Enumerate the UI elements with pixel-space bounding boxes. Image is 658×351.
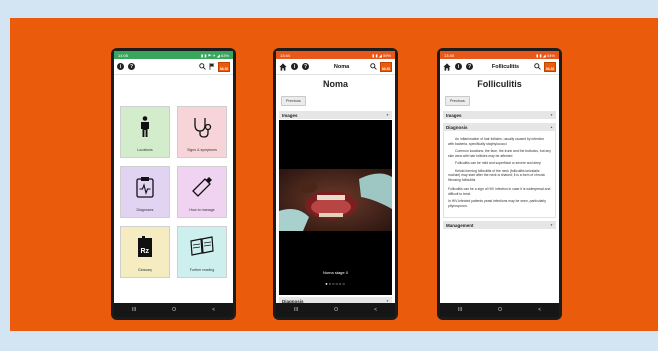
status-icons: ▮ ▮ ◢ 54% <box>536 52 555 58</box>
glossary-glyph: Rz <box>141 248 150 255</box>
noma-photo <box>279 169 392 231</box>
back-button[interactable]: < <box>538 307 541 313</box>
tile-glossary[interactable]: Rz Glossary <box>120 226 170 278</box>
recent-apps-button[interactable]: III <box>132 307 136 313</box>
previous-button[interactable]: Previous <box>281 96 306 106</box>
page-title: Noma <box>322 79 348 89</box>
status-time: 13:45 <box>444 52 455 58</box>
app-logo: NLSI <box>218 61 230 72</box>
diagnosis-paragraph: Folliculitis can be a sign of HIV infect… <box>448 187 551 196</box>
clipboard-icon <box>136 177 154 198</box>
status-bar: 14:05 ▮ ▮ ⚑ ✈ ◢ 63% <box>114 51 233 59</box>
noma-screen: 13:44 ▮ ▮ ◢ 59% i ? Noma NLSI Noma Previ… <box>276 51 395 317</box>
app-bar: i ? NLSI <box>114 59 233 75</box>
app-logo: NLSI <box>380 61 392 72</box>
android-nav-bar: III O < <box>114 303 233 317</box>
tile-further-reading[interactable]: Further reading <box>177 226 227 278</box>
home-icon[interactable] <box>443 62 451 71</box>
ointment-tube-icon <box>192 177 212 197</box>
status-bar: 13:45 ▮ ▮ ◢ 54% <box>440 51 559 59</box>
section-label: Images <box>446 112 462 118</box>
phone-home: 14:05 ▮ ▮ ⚑ ✈ ◢ 63% i ? NLSI Locations S… <box>111 48 236 320</box>
tile-label: How to manage <box>189 208 215 212</box>
status-time: 13:44 <box>280 52 291 58</box>
back-button[interactable]: < <box>212 307 215 313</box>
folliculitis-screen: 13:45 ▮ ▮ ◢ 54% i ? Folliculitis NLSI Fo… <box>440 51 559 317</box>
diagnosis-paragraph: Folliculitis can be mild and superficial… <box>455 161 541 165</box>
help-icon[interactable]: ? <box>466 63 473 70</box>
flag-icon[interactable] <box>209 63 215 70</box>
status-bar: 13:44 ▮ ▮ ◢ 59% <box>276 51 395 59</box>
home-icon[interactable] <box>279 62 287 71</box>
tile-locations[interactable]: Locations <box>120 106 170 158</box>
header-title: Noma <box>333 63 350 70</box>
tile-label: Diagnoses <box>136 208 154 212</box>
app-bar: i ? Noma NLSI <box>276 59 395 75</box>
tile-how-to-manage[interactable]: How to manage <box>177 166 227 218</box>
back-button[interactable]: < <box>374 307 377 313</box>
info-icon[interactable]: i <box>291 63 298 70</box>
tile-label: Signs & symptoms <box>187 148 217 152</box>
app-bar: i ? Folliculitis NLSI <box>440 59 559 75</box>
android-nav-bar: III O < <box>276 303 395 317</box>
diagnosis-section-header[interactable]: Diagnosis ▲ <box>443 123 556 131</box>
recent-apps-button[interactable]: III <box>294 307 298 313</box>
chevron-down-icon: ▼ <box>386 113 389 117</box>
home-button[interactable]: O <box>334 307 338 313</box>
image-gallery[interactable]: Noma stage 0 ●○○○○○ <box>279 120 392 295</box>
help-icon[interactable]: ? <box>128 63 135 70</box>
search-icon[interactable] <box>199 63 206 70</box>
app-logo: NLSI <box>544 61 556 72</box>
page-title: Folliculitis <box>477 79 522 89</box>
image-caption: Noma stage 0 <box>323 270 348 275</box>
section-label: Management <box>446 222 474 228</box>
chevron-down-icon: ▼ <box>550 223 553 227</box>
phone-noma: 13:44 ▮ ▮ ◢ 59% i ? Noma NLSI Noma Previ… <box>273 48 398 320</box>
android-nav-bar: III O < <box>440 303 559 317</box>
tile-label: Locations <box>137 148 153 152</box>
info-icon[interactable]: i <box>455 63 462 70</box>
chevron-down-icon: ▼ <box>550 113 553 117</box>
home-button[interactable]: O <box>498 307 502 313</box>
tile-diagnoses[interactable]: Diagnoses <box>120 166 170 218</box>
person-icon <box>141 116 149 137</box>
home-screen: 14:05 ▮ ▮ ⚑ ✈ ◢ 63% i ? NLSI Locations S… <box>114 51 233 317</box>
diagnosis-paragraph: Common locations: the face, the trunk an… <box>448 149 551 158</box>
images-section-header[interactable]: Images ▼ <box>443 111 556 119</box>
tile-label: Further reading <box>189 268 215 272</box>
status-icons: ▮ ▮ ◢ 59% <box>372 52 391 58</box>
stethoscope-icon <box>194 118 212 138</box>
tile-signs-symptoms[interactable]: Signs & symptoms <box>177 106 227 158</box>
chevron-up-icon: ▲ <box>550 125 553 129</box>
previous-button[interactable]: Previous <box>445 96 470 106</box>
diagnosis-content: An inflammation of hair follicles, usual… <box>443 131 556 218</box>
phone-folliculitis: 13:45 ▮ ▮ ◢ 54% i ? Folliculitis NLSI Fo… <box>437 48 562 320</box>
tile-label: Glossary <box>137 268 153 272</box>
section-label: Images <box>282 112 298 118</box>
search-icon[interactable] <box>534 63 541 70</box>
images-section-header[interactable]: Images ▼ <box>279 111 392 119</box>
menu-grid: Locations Signs & symptoms Diagnoses How… <box>120 106 227 278</box>
glossary-book-icon: Rz <box>138 236 152 257</box>
section-label: Diagnosis <box>446 124 468 130</box>
management-section-header[interactable]: Management ▼ <box>443 221 556 229</box>
recent-apps-button[interactable]: III <box>458 307 462 313</box>
diagnosis-paragraph: An inflammation of hair follicles, usual… <box>448 137 545 146</box>
search-icon[interactable] <box>370 63 377 70</box>
status-time: 14:05 <box>118 52 129 58</box>
info-icon[interactable]: i <box>117 63 124 70</box>
status-icons: ▮ ▮ ⚑ ✈ ◢ 63% <box>201 52 229 58</box>
open-book-icon <box>190 236 214 256</box>
diagnosis-paragraph: In HIV-infected patients yeast infection… <box>448 199 547 208</box>
header-title: Folliculitis <box>491 63 520 70</box>
diagnosis-paragraph: Keloid-forming folliculitis of the neck … <box>448 168 546 182</box>
help-icon[interactable]: ? <box>302 63 309 70</box>
home-button[interactable]: O <box>172 307 176 313</box>
carousel-dots[interactable]: ●○○○○○ <box>279 281 392 286</box>
